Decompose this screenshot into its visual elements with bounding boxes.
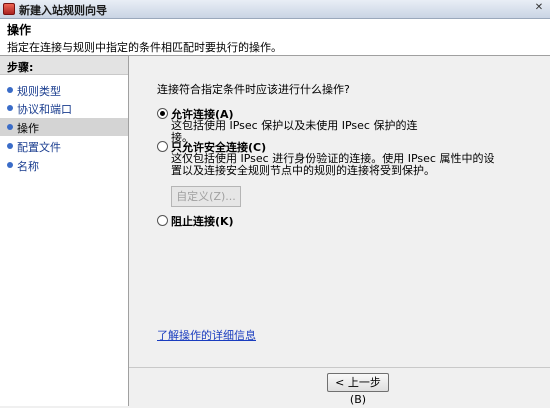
sidebar-item-action[interactable]: 操作 — [0, 118, 128, 136]
step-bullet-icon — [7, 124, 13, 130]
block-connection-label[interactable]: 阻止连接(K) — [171, 213, 234, 229]
window-title: 新建入站规则向导 — [19, 4, 107, 17]
secure-connection-description: 这仅包括使用 IPsec 进行身份验证的连接。使用 IPsec 属性中的设置以及… — [171, 152, 495, 177]
steps-label: 步骤: — [7, 61, 34, 74]
page-title: 操作 — [7, 23, 32, 37]
step-bullet-icon — [7, 87, 13, 93]
sidebar-item-protocol-port[interactable]: 协议和端口 — [0, 99, 128, 117]
sidebar-item-rule-type[interactable]: 规则类型 — [0, 81, 128, 99]
firewall-icon — [3, 3, 15, 15]
sidebar-item-label: 名称 — [17, 160, 39, 173]
step-bullet-icon — [7, 162, 13, 168]
action-question: 连接符合指定条件时应该进行什么操作? — [157, 83, 350, 96]
block-connection-radio[interactable] — [157, 215, 168, 226]
steps-sidebar: 步骤: 规则类型 协议和端口 操作 配置文件 名称 — [0, 56, 129, 406]
step-bullet-icon — [7, 105, 13, 111]
sidebar-item-label: 规则类型 — [17, 85, 61, 98]
step-bullet-icon — [7, 143, 13, 149]
sidebar-item-label: 操作 — [17, 122, 39, 135]
close-icon[interactable]: ✕ — [532, 1, 546, 15]
page-description: 指定在连接与规则中指定的条件相匹配时要执行的操作。 — [7, 41, 282, 54]
steps-header: 步骤: — [0, 56, 128, 75]
sidebar-item-name[interactable]: 名称 — [0, 156, 128, 174]
title-bar: 新建入站规则向导 ✕ — [0, 0, 550, 19]
sidebar-item-label: 配置文件 — [17, 141, 61, 154]
sidebar-item-label: 协议和端口 — [17, 103, 72, 116]
back-button[interactable]: < 上一步(B) — [327, 373, 389, 406]
learn-more-link[interactable]: 了解操作的详细信息 — [157, 327, 256, 343]
customize-button[interactable]: 自定义(Z)... — [171, 186, 241, 207]
footer-divider — [129, 367, 550, 368]
main-panel: 连接符合指定条件时应该进行什么操作? 允许连接(A) 这包括使用 IPsec 保… — [129, 56, 550, 406]
page-header: 操作 指定在连接与规则中指定的条件相匹配时要执行的操作。 — [0, 19, 550, 56]
secure-connection-radio[interactable] — [157, 141, 168, 152]
sidebar-item-profile[interactable]: 配置文件 — [0, 137, 128, 155]
allow-connection-radio[interactable] — [157, 108, 168, 119]
